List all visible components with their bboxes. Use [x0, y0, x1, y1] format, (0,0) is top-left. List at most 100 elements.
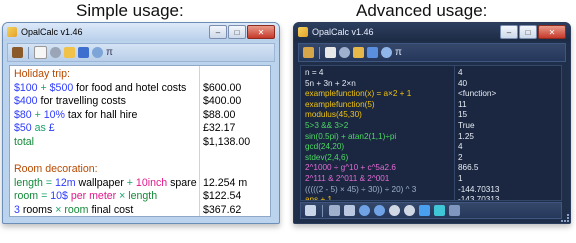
resize-grip[interactable] [561, 214, 569, 222]
expression-line[interactable]: n = 4 [305, 68, 450, 79]
zoom-out-icon[interactable] [404, 205, 415, 216]
expression-line[interactable] [14, 150, 195, 164]
expression-line[interactable]: $100 + $500 for food and hotel costs [14, 82, 195, 96]
result-value: -143.70313 [458, 195, 500, 200]
settings-icon[interactable] [339, 47, 350, 58]
layout-icon[interactable] [434, 205, 445, 216]
close-button[interactable]: ✕ [538, 25, 566, 39]
expression-token: 2^1000 ÷ g^10 + c^5a2.6 [305, 163, 396, 173]
expression-token: ans + 1 [305, 195, 333, 200]
expression-line[interactable]: $50 as £ [14, 122, 195, 136]
result-value: 866.5 [458, 163, 479, 173]
window-title: OpalCalc v1.46 [21, 27, 83, 37]
expression-token: tax for hall hire [64, 108, 138, 121]
app-icon [7, 27, 17, 37]
expression-line[interactable]: sin(0.5pi) + atan2(1,1)÷pi [305, 132, 450, 143]
expression-line[interactable]: Room decoration: [14, 163, 195, 177]
expression-line[interactable]: 2^1000 ÷ g^10 + c^5a2.6 [305, 163, 450, 174]
settings-icon[interactable] [50, 47, 61, 58]
maximize-button[interactable]: □ [228, 25, 246, 39]
calculation-area[interactable]: Holiday trip: $100 + $500 for food and ho… [9, 65, 271, 217]
expression-token: $80 [14, 108, 32, 121]
expression-token: total [14, 135, 35, 148]
copy-icon[interactable] [344, 205, 355, 216]
expression-line[interactable]: 5n + 3n + 2×n [305, 79, 450, 90]
pi-icon[interactable]: π [395, 47, 406, 58]
save-icon[interactable] [78, 47, 89, 58]
maximize-button[interactable]: □ [519, 25, 537, 39]
toolbar-separator [319, 46, 320, 59]
expression-token: room [61, 203, 89, 216]
expression-token: for food and hotel costs [73, 81, 187, 94]
expression-token: 12m [54, 176, 76, 189]
expression-line[interactable]: length = 12m wallpaper + 10inch spare [14, 176, 197, 191]
menu-icon[interactable] [303, 47, 314, 58]
expression-token: for travelling costs [37, 95, 126, 108]
font-icon[interactable] [92, 47, 103, 58]
expression-token: stdev(2,4,6) [305, 152, 349, 162]
result-value: $400.00 [203, 95, 242, 108]
expression-line[interactable]: ans + 1 [305, 195, 450, 200]
result-value: $1,138.00 [203, 135, 251, 148]
new-doc-icon[interactable] [34, 46, 47, 59]
app-icon [298, 27, 308, 37]
expression-token: £ [48, 122, 55, 135]
toolbar-separator [28, 46, 29, 59]
expression-line[interactable]: stdev(2,4,6) [305, 153, 450, 164]
redo-icon[interactable] [374, 205, 385, 216]
minimize-button[interactable]: – [500, 25, 518, 39]
expression-token: per meter [67, 190, 120, 203]
expression-token: wallpaper [75, 176, 127, 189]
calculation-area[interactable]: n = 4 5n + 3n + 2×n examplefunction(x) = a… [300, 65, 562, 201]
expression-token: + [31, 108, 44, 121]
help-icon[interactable] [419, 205, 430, 216]
result-value: $88.00 [203, 108, 236, 121]
open-icon[interactable] [64, 47, 75, 58]
expression-token: 2^111 & 2^011 & 2^001 [305, 173, 390, 183]
pi-icon[interactable]: π [106, 47, 117, 58]
result-value: 1.25 [458, 131, 474, 141]
expression-token: room [14, 190, 39, 203]
open-icon[interactable] [353, 47, 364, 58]
expression-token: $500 [49, 81, 74, 94]
expression-token: + [37, 81, 50, 94]
expression-line[interactable]: $80 + 10% tax for hall hire [14, 109, 195, 123]
minimize-button[interactable]: – [209, 25, 227, 39]
cut-icon[interactable] [329, 205, 340, 216]
expression-column[interactable]: Holiday trip: $100 + $500 for food and ho… [10, 66, 199, 216]
title-bar: OpalCalc v1.46 – □ ✕ [294, 23, 570, 41]
expression-line[interactable]: room = 10$ per meter × length [14, 190, 195, 204]
expression-line[interactable]: 5>3 && 3>2 [305, 121, 450, 132]
menu-icon[interactable] [12, 47, 23, 58]
result-column: 4 40 <function> 11 15 True 1.25 4 2 866.5 1 -144.70… [454, 66, 561, 200]
expression-line[interactable]: modulus(45,30) [305, 110, 450, 121]
bottom-toolbar [300, 202, 562, 219]
expression-line[interactable]: total [14, 136, 195, 150]
expression-line[interactable]: examplefunction(x) = a×2 + 1 [305, 89, 450, 100]
expression-line[interactable]: 3 rooms × room final cost [14, 204, 195, 216]
expression-line[interactable]: 2^111 & 2^011 & 2^001 [305, 174, 450, 185]
expression-line[interactable]: Holiday trip: [14, 68, 195, 82]
save-icon[interactable] [367, 47, 378, 58]
zoom-in-icon[interactable] [389, 205, 400, 216]
expression-line[interactable]: (((((2 - 5) × 45) ÷ 30)) ÷ 20) ^ 3 [305, 185, 450, 196]
close-button[interactable]: ✕ [247, 25, 275, 39]
expression-token: modulus(45,30) [305, 110, 362, 120]
result-value: 2 [458, 152, 463, 162]
expression-line[interactable]: gcd(24,20) [305, 142, 450, 153]
expression-token: length [125, 190, 158, 203]
new-doc-icon[interactable] [325, 47, 336, 58]
history-icon[interactable] [449, 205, 460, 216]
undo-icon[interactable] [359, 205, 370, 216]
expression-column[interactable]: n = 4 5n + 3n + 2×n examplefunction(x) = a… [301, 66, 454, 200]
pin-icon[interactable] [305, 205, 316, 216]
result-value [203, 150, 267, 164]
expression-token: length [14, 176, 43, 189]
expression-line[interactable]: examplefunction(5) [305, 100, 450, 111]
font-icon[interactable] [381, 47, 392, 58]
expression-token: as [31, 122, 49, 135]
expression-token: gcd(24,20) [305, 142, 345, 152]
toolbar-separator [322, 204, 323, 217]
result-value: 4 [458, 68, 463, 77]
expression-line[interactable]: $400 for travelling costs [14, 95, 195, 109]
